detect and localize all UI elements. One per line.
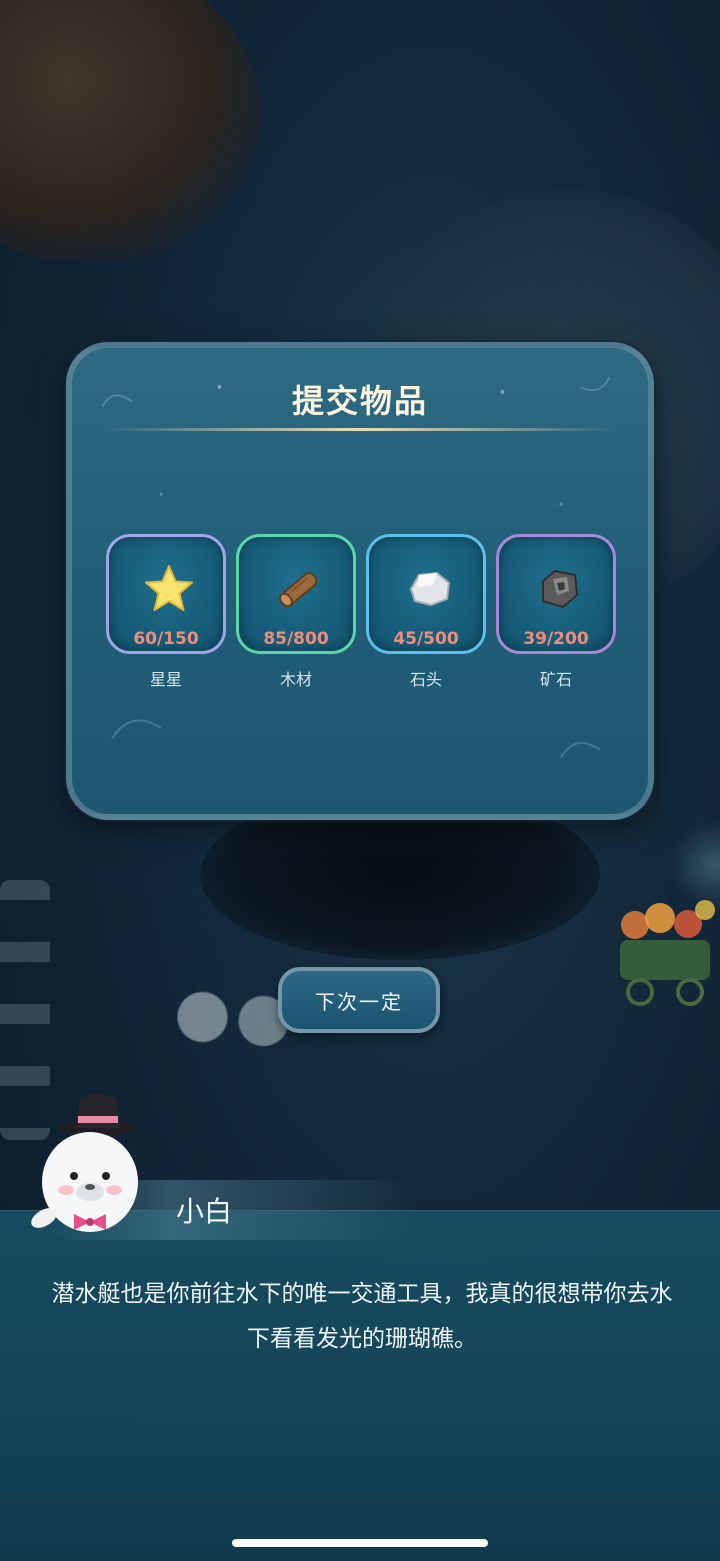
seal-avatar-icon bbox=[31, 1094, 138, 1232]
wood-log-icon bbox=[279, 572, 318, 608]
item-star[interactable]: 60/150 星星 bbox=[106, 534, 226, 690]
item-card-ore[interactable]: 39/200 bbox=[496, 534, 616, 654]
item-card-wood[interactable]: 85/800 bbox=[236, 534, 356, 654]
item-stone[interactable]: 45/500 石头 bbox=[366, 534, 486, 690]
item-count: 45/500 bbox=[393, 629, 459, 649]
item-card-star[interactable]: 60/150 bbox=[106, 534, 226, 654]
item-ore[interactable]: 39/200 矿石 bbox=[496, 534, 616, 690]
item-name: 木材 bbox=[279, 670, 312, 689]
game-screen: 提交物品 60/150 星星 85/800 木材 45/500 石头 39/20… bbox=[0, 0, 720, 1561]
background-rock bbox=[0, 0, 260, 260]
dialogue-text: 潜水艇也是你前往水下的唯一交通工具，我真的很想带你去水下看看发光的珊瑚礁。 bbox=[51, 1281, 673, 1352]
item-card-stone[interactable]: 45/500 bbox=[366, 534, 486, 654]
item-count: 60/150 bbox=[133, 629, 199, 649]
title-divider bbox=[104, 428, 616, 431]
home-indicator[interactable] bbox=[232, 1539, 488, 1547]
flower-cart-icon bbox=[620, 900, 715, 1006]
item-wood[interactable]: 85/800 木材 bbox=[236, 534, 356, 690]
later-button[interactable]: 下次一定 bbox=[278, 967, 440, 1033]
submit-items-panel: 提交物品 60/150 星星 85/800 木材 45/500 石头 39/20… bbox=[66, 342, 654, 820]
item-count: 39/200 bbox=[523, 629, 589, 649]
dialogue-box[interactable] bbox=[0, 1210, 720, 1561]
item-count: 85/800 bbox=[263, 629, 329, 649]
panel-title: 提交物品 bbox=[291, 382, 428, 420]
item-name: 石头 bbox=[409, 670, 442, 689]
star-icon bbox=[145, 565, 193, 611]
ore-icon bbox=[542, 570, 578, 608]
item-name: 矿石 bbox=[539, 670, 572, 689]
stone-icon bbox=[410, 572, 450, 606]
speaker-name: 小白 bbox=[176, 1195, 233, 1228]
item-name: 星星 bbox=[149, 670, 182, 689]
